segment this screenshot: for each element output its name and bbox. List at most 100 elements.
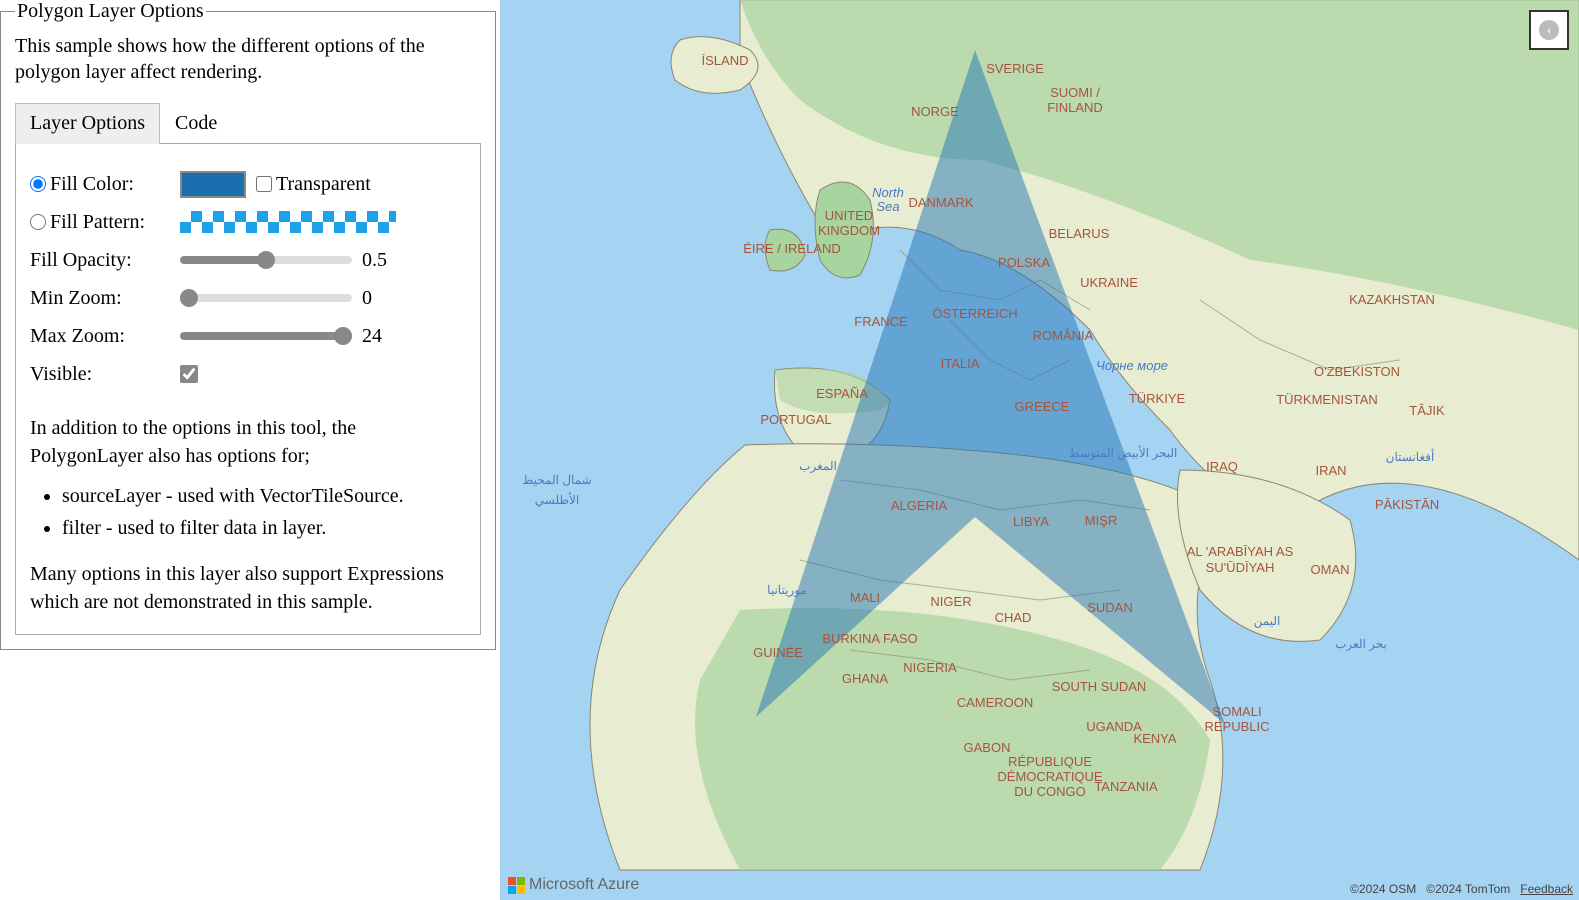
country-label: PORTUGAL — [760, 412, 831, 427]
country-label: RÉPUBLIQUE — [1008, 754, 1092, 769]
fill-color-option[interactable]: Fill Color: — [30, 173, 180, 196]
min-zoom-row: Min Zoom: 0 — [30, 282, 466, 314]
country-label: MIŞR — [1085, 513, 1118, 528]
fill-color-swatch[interactable] — [180, 171, 246, 198]
info-footer: Many options in this layer also support … — [30, 560, 466, 616]
fill-opacity-row: Fill Opacity: 0.5 — [30, 244, 466, 276]
arabic-label: المغرب — [799, 459, 837, 473]
country-label: FRANCE — [854, 314, 908, 329]
country-label: ROMÂNIA — [1033, 328, 1094, 343]
map-container[interactable]: ÍSLANDSVERIGENORGESUOMI /FINLANDDANMARKU… — [500, 0, 1579, 900]
country-label: SVERIGE — [986, 61, 1044, 76]
visible-label: Visible: — [30, 363, 180, 386]
visible-checkbox[interactable] — [180, 365, 198, 383]
country-label: ALGERIA — [891, 498, 948, 513]
fill-pattern-swatch[interactable] — [180, 211, 396, 233]
arabic-label: اليمن — [1254, 614, 1281, 628]
country-label: LIBYA — [1013, 514, 1049, 529]
sidebar-panel: Polygon Layer Options This sample shows … — [0, 0, 500, 900]
country-label: POLSKA — [998, 255, 1050, 270]
arabic-label: موريتانيا — [767, 583, 807, 597]
country-label: BELARUS — [1049, 226, 1110, 241]
arabic-label: أفغانستان — [1386, 449, 1435, 464]
country-label: SOMALI — [1212, 704, 1261, 719]
country-label: KENYA — [1133, 731, 1176, 746]
country-label: ÖSTERREICH — [932, 306, 1017, 321]
country-label: DANMARK — [908, 195, 973, 210]
fill-color-label: Fill Color: — [50, 173, 134, 196]
country-label: SUOMI / — [1050, 85, 1100, 100]
fill-opacity-value: 0.5 — [362, 249, 392, 272]
country-label: TÜRKIYE — [1129, 391, 1186, 406]
chevron-left-icon: ‹ — [1539, 20, 1559, 40]
info-list: sourceLayer - used with VectorTileSource… — [62, 482, 466, 542]
tab-content: Fill Color: Transparent Fill Pattern: — [15, 144, 481, 635]
country-label: OMAN — [1311, 562, 1350, 577]
info-intro: In addition to the options in this tool,… — [30, 414, 466, 470]
country-label: TÜRKMENISTAN — [1276, 392, 1378, 407]
fill-pattern-option[interactable]: Fill Pattern: — [30, 211, 180, 234]
min-zoom-slider[interactable] — [180, 294, 352, 302]
arabic-label: شمال المحيط — [522, 473, 591, 487]
min-zoom-value: 0 — [362, 287, 392, 310]
tab-code[interactable]: Code — [160, 103, 232, 143]
list-item: sourceLayer - used with VectorTileSource… — [62, 482, 466, 510]
fill-opacity-label: Fill Opacity: — [30, 249, 180, 272]
country-label: SUDAN — [1087, 600, 1133, 615]
options-fieldset: Polygon Layer Options This sample shows … — [0, 0, 496, 650]
fill-pattern-row: Fill Pattern: — [30, 206, 466, 238]
tabs: Layer Options Code — [15, 103, 481, 144]
country-label: ÉIRE / IRELAND — [743, 241, 841, 256]
country-label: DU CONGO — [1014, 784, 1086, 799]
country-label: ESPAÑA — [816, 386, 868, 401]
country-label: UNITED — [825, 208, 873, 223]
country-label: GHANA — [842, 671, 889, 686]
country-label: DÉMOCRATIQUE — [997, 769, 1103, 784]
panel-description: This sample shows how the different opti… — [15, 33, 481, 85]
max-zoom-slider[interactable] — [180, 332, 352, 340]
max-zoom-value: 24 — [362, 325, 392, 348]
azure-logo: Microsoft Azure — [508, 876, 639, 894]
attribution-osm: ©2024 OSM — [1350, 882, 1416, 896]
map-style-button[interactable]: ‹ — [1529, 10, 1569, 50]
country-label: SOUTH SUDAN — [1052, 679, 1147, 694]
min-zoom-label: Min Zoom: — [30, 287, 180, 310]
country-label: GUINÉE — [753, 645, 803, 660]
country-label: O'ZBEKISTON — [1314, 364, 1400, 379]
max-zoom-label: Max Zoom: — [30, 325, 180, 348]
sea-label: Чорне море — [1096, 358, 1168, 373]
tab-layer-options[interactable]: Layer Options — [15, 103, 160, 144]
panel-legend: Polygon Layer Options — [15, 0, 206, 23]
feedback-link[interactable]: Feedback — [1520, 882, 1573, 896]
max-zoom-row: Max Zoom: 24 — [30, 320, 466, 352]
country-label: MALI — [850, 590, 880, 605]
country-label: GABON — [964, 740, 1011, 755]
country-label: SU'ŪDĪYAH — [1206, 560, 1275, 575]
arabic-label: الأطلسي — [535, 492, 579, 507]
sea-label: Sea — [876, 199, 899, 214]
country-label: ITALIA — [941, 356, 980, 371]
transparent-option[interactable]: Transparent — [256, 173, 371, 196]
country-label: CAMEROON — [957, 695, 1034, 710]
country-label: KINGDOM — [818, 223, 880, 238]
fill-color-radio[interactable] — [30, 176, 46, 192]
country-label: REPUBLIC — [1204, 719, 1269, 734]
country-label: PĀKISTĀN — [1375, 497, 1439, 512]
fill-opacity-slider[interactable] — [180, 256, 352, 264]
fill-pattern-label: Fill Pattern: — [50, 211, 145, 234]
country-label: IRAQ — [1206, 459, 1238, 474]
map-canvas: ÍSLANDSVERIGENORGESUOMI /FINLANDDANMARKU… — [500, 0, 1579, 900]
country-label: GREECE — [1015, 399, 1070, 414]
azure-logo-text: Microsoft Azure — [529, 876, 639, 894]
country-label: KAZAKHSTAN — [1349, 292, 1435, 307]
map-attribution: ©2024 OSM ©2024 TomTom Feedback — [1350, 882, 1573, 896]
attribution-tomtom: ©2024 TomTom — [1426, 882, 1510, 896]
list-item: filter - used to filter data in layer. — [62, 514, 466, 542]
fill-pattern-radio[interactable] — [30, 214, 46, 230]
country-label: CHAD — [995, 610, 1032, 625]
country-label: AL 'ARABĪYAH AS — [1187, 544, 1294, 559]
transparent-checkbox[interactable] — [256, 176, 272, 192]
country-label: IRAN — [1315, 463, 1346, 478]
country-label: ÍSLAND — [702, 53, 749, 68]
country-label: NIGER — [930, 594, 971, 609]
